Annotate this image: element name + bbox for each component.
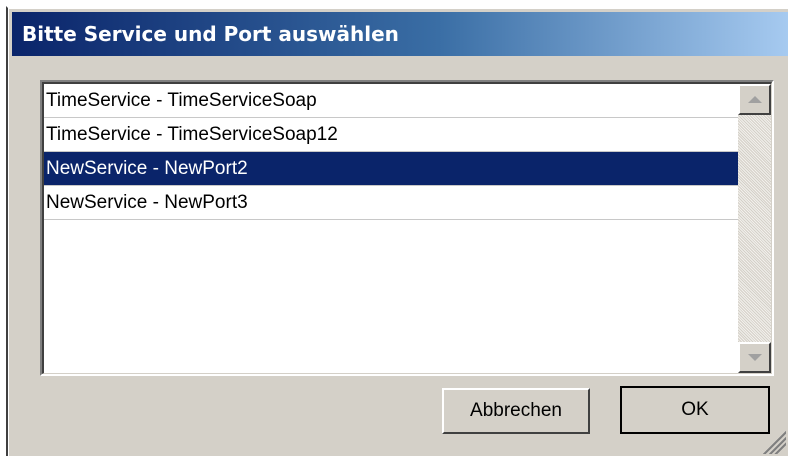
service-port-listbox[interactable]: TimeService - TimeServiceSoap TimeServic…: [40, 80, 774, 376]
scroll-down-button[interactable]: [738, 342, 771, 373]
cancel-button[interactable]: Abbrechen: [442, 388, 590, 434]
list-item[interactable]: TimeService - TimeServiceSoap12: [44, 118, 738, 152]
dialog-title[interactable]: Bitte Service und Port auswählen: [12, 12, 788, 56]
listbox-inner-frame: TimeService - TimeServiceSoap TimeServic…: [42, 82, 772, 374]
arrow-down-icon: [747, 354, 762, 361]
arrow-up-icon: [747, 96, 762, 103]
listbox-items: TimeService - TimeServiceSoap TimeServic…: [44, 84, 738, 220]
ok-button[interactable]: OK: [620, 386, 770, 434]
list-item[interactable]: NewService - NewPort3: [44, 186, 738, 220]
resize-grip-icon[interactable]: [762, 430, 786, 454]
list-item[interactable]: TimeService - TimeServiceSoap: [44, 84, 738, 118]
scroll-up-button[interactable]: [738, 84, 771, 115]
vertical-scrollbar[interactable]: [738, 84, 771, 373]
service-port-dialog: Bitte Service und Port auswählen TimeSer…: [6, 6, 788, 456]
list-item-selected[interactable]: NewService - NewPort2: [44, 152, 738, 186]
